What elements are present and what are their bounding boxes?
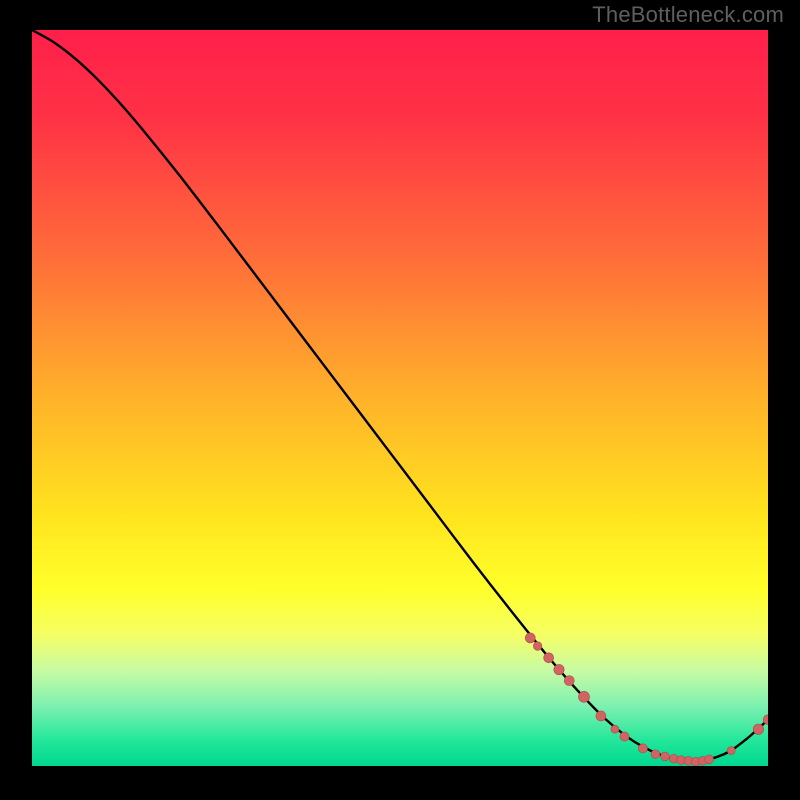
- data-marker: [596, 711, 606, 721]
- data-marker: [579, 691, 590, 702]
- data-marker: [705, 755, 714, 764]
- data-marker: [620, 732, 629, 741]
- plot-area: [32, 30, 768, 766]
- gradient-background: [32, 30, 768, 766]
- data-marker: [753, 724, 763, 734]
- data-marker: [525, 633, 535, 643]
- data-marker: [564, 676, 574, 686]
- data-marker: [727, 747, 735, 755]
- data-marker: [533, 642, 542, 651]
- data-marker: [651, 750, 660, 759]
- data-marker: [554, 664, 564, 674]
- data-marker: [544, 653, 554, 663]
- data-marker: [638, 744, 647, 753]
- watermark-text: TheBottleneck.com: [592, 2, 784, 28]
- data-marker: [611, 725, 619, 733]
- chart-frame: TheBottleneck.com: [0, 0, 800, 800]
- plot-svg: [32, 30, 768, 766]
- data-marker: [661, 752, 670, 761]
